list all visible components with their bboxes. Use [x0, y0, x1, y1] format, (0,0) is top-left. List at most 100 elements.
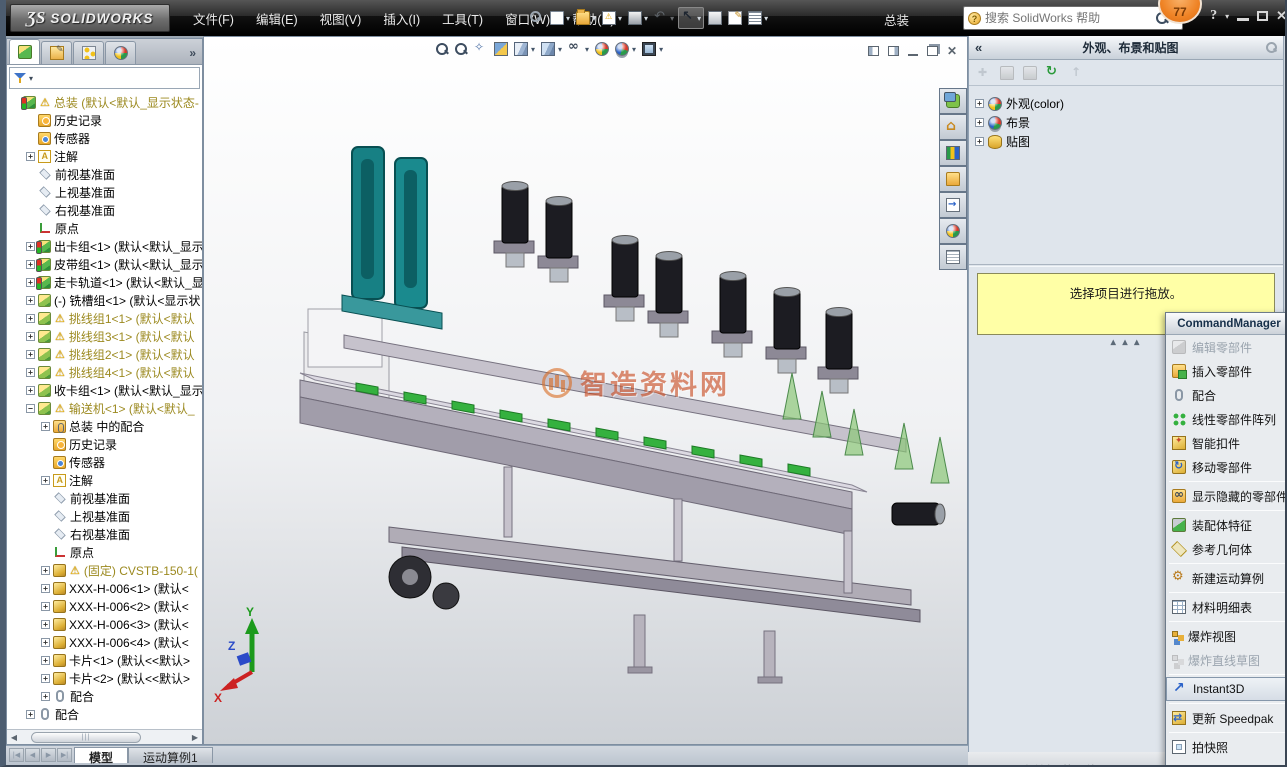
- zoom-fit-icon[interactable]: [436, 43, 449, 56]
- apply-scene-icon[interactable]: ▾: [615, 42, 636, 56]
- command-manager-title[interactable]: CommandManager: [1166, 313, 1287, 335]
- view-orientation-icon-dropdown[interactable]: ▾: [530, 45, 535, 54]
- show-hidden-components-button[interactable]: 显示隐藏的零部件: [1166, 484, 1287, 508]
- expander-icon[interactable]: +: [26, 296, 35, 305]
- doc-close-button[interactable]: ✕: [947, 44, 957, 58]
- expander-icon[interactable]: +: [975, 118, 984, 127]
- publish-icon-dropdown[interactable]: ▾: [617, 14, 622, 23]
- tree-item[interactable]: 前视基准面: [7, 489, 202, 507]
- print-icon-dropdown[interactable]: ▾: [643, 14, 648, 23]
- tree-hscrollbar[interactable]: ◀ ||| ▶: [7, 729, 202, 744]
- tree-item[interactable]: +注解: [7, 471, 202, 489]
- expander-icon[interactable]: +: [26, 710, 35, 719]
- tree-item[interactable]: +出卡组<1> (默认<默认_显示: [7, 237, 202, 255]
- view-settings-icon[interactable]: ▾: [642, 42, 663, 56]
- tree-item[interactable]: 上视基准面: [7, 183, 202, 201]
- tab-nav-2[interactable]: ▶: [41, 748, 56, 762]
- expander-icon[interactable]: +: [26, 368, 35, 377]
- graphics-viewport[interactable]: ▾▾▾▾▾ ✕: [203, 36, 968, 745]
- print-icon[interactable]: ▾: [626, 8, 650, 28]
- expander-icon[interactable]: +: [41, 584, 50, 593]
- take-snapshot-button[interactable]: 拍快照: [1166, 735, 1287, 759]
- file-properties-icon[interactable]: [726, 8, 744, 28]
- filter-dropdown-icon[interactable]: ▾: [29, 74, 33, 83]
- tree-item[interactable]: +走卡轨道<1> (默认<默认_显: [7, 273, 202, 291]
- expander-icon[interactable]: +: [975, 137, 984, 146]
- help-search-box[interactable]: ? ▾: [963, 6, 1183, 30]
- tree-item[interactable]: 右视基准面: [7, 201, 202, 219]
- expander-icon[interactable]: +: [26, 152, 35, 161]
- propertymanager-tab[interactable]: [41, 41, 72, 64]
- move-component-button[interactable]: 移动零部件: [1166, 455, 1287, 479]
- tab-nav-3[interactable]: ▶|: [57, 748, 72, 762]
- tree-item[interactable]: 历史记录: [7, 111, 202, 129]
- expander-icon[interactable]: +: [41, 602, 50, 611]
- tree-item[interactable]: 原点: [7, 543, 202, 561]
- tree-item[interactable]: +⚠挑线组4<1> (默认<默认: [7, 363, 202, 381]
- tree-item[interactable]: +⚠挑线组1<1> (默认<默认: [7, 309, 202, 327]
- edit-appearance-icon[interactable]: [595, 42, 609, 56]
- menu-edit[interactable]: 编辑(E): [245, 4, 309, 33]
- insert-component-button[interactable]: 插入零部件: [1166, 359, 1287, 383]
- tab-nav-1[interactable]: ◀: [25, 748, 40, 762]
- help-dropdown-icon[interactable]: ▾: [1225, 12, 1229, 21]
- tree-item[interactable]: 右视基准面: [7, 525, 202, 543]
- select-icon[interactable]: ▾: [678, 7, 704, 29]
- expander-icon[interactable]: +: [26, 332, 35, 341]
- mate-button[interactable]: 配合: [1166, 383, 1287, 407]
- tree-item[interactable]: +XXX-H-006<1> (默认<: [7, 579, 202, 597]
- tree-item[interactable]: +总装 中的配合: [7, 417, 202, 435]
- tree-item[interactable]: +⚠(固定) CVSTB-150-1(: [7, 561, 202, 579]
- expander-icon[interactable]: −: [26, 404, 35, 413]
- expander-icon[interactable]: +: [41, 476, 50, 485]
- view-settings-icon-dropdown[interactable]: ▾: [658, 45, 663, 54]
- undo-icon-dropdown[interactable]: ▾: [669, 14, 674, 23]
- design-library-tab[interactable]: [939, 140, 967, 166]
- scroll-right-icon[interactable]: ▶: [188, 733, 202, 742]
- tree-item[interactable]: +配合: [7, 705, 202, 723]
- tree-item[interactable]: 原点: [7, 219, 202, 237]
- tree-item[interactable]: +卡片<1> (默认<<默认>: [7, 651, 202, 669]
- expander-icon[interactable]: +: [26, 386, 35, 395]
- expander-icon[interactable]: +: [41, 422, 50, 431]
- select-icon-dropdown[interactable]: ▾: [696, 14, 701, 23]
- tree-item[interactable]: +⚠挑线组2<1> (默认<默认: [7, 345, 202, 363]
- bill-of-materials-button[interactable]: 材料明细表: [1166, 595, 1287, 619]
- undo-icon[interactable]: ▾: [652, 8, 676, 28]
- tree-item[interactable]: +收卡组<1> (默认<默认_显示: [7, 381, 202, 399]
- smart-fasteners-button[interactable]: 智能扣件: [1166, 431, 1287, 455]
- pane-left-button[interactable]: [868, 46, 879, 56]
- tree-item[interactable]: ⚠总装 (默认<默认_显示状态-: [7, 93, 202, 111]
- pane-right-button[interactable]: [888, 46, 899, 56]
- rebuild-icon[interactable]: [706, 8, 724, 28]
- display-style-icon-dropdown[interactable]: ▾: [557, 45, 562, 54]
- tree-item[interactable]: 传感器: [7, 129, 202, 147]
- tree-item[interactable]: +(-) 铣槽组<1> (默认<显示状: [7, 291, 202, 309]
- tree-item[interactable]: +配合: [7, 687, 202, 705]
- exploded-view-button[interactable]: 爆炸视图: [1166, 624, 1287, 648]
- tree-item[interactable]: +⚠挑线组3<1> (默认<默认: [7, 327, 202, 345]
- pin-icon[interactable]: [1266, 42, 1277, 53]
- menu-tools[interactable]: 工具(T): [431, 4, 494, 33]
- reference-geometry-button[interactable]: 参考几何体: [1166, 537, 1287, 561]
- file-explorer-tab[interactable]: [939, 166, 967, 192]
- options-icon[interactable]: ▾: [746, 8, 770, 28]
- scroll-thumb[interactable]: |||: [31, 732, 141, 743]
- motion-study-tab[interactable]: 运动算例1: [128, 747, 213, 763]
- displaymanager-tab[interactable]: [105, 41, 136, 64]
- decals-node[interactable]: +贴图: [975, 132, 1279, 151]
- expander-icon[interactable]: +: [26, 314, 35, 323]
- new-motion-study-button[interactable]: 新建运动算例: [1166, 566, 1287, 590]
- expander-icon[interactable]: +: [26, 350, 35, 359]
- tree-item[interactable]: +注解: [7, 147, 202, 165]
- custom-properties-tab[interactable]: [939, 244, 967, 270]
- tree-item[interactable]: +XXX-H-006<3> (默认<: [7, 615, 202, 633]
- menu-insert[interactable]: 插入(I): [372, 4, 431, 33]
- expander-icon[interactable]: +: [41, 566, 50, 575]
- new-document-icon[interactable]: ▾: [548, 8, 572, 28]
- instant3d-button[interactable]: Instant3D: [1166, 677, 1287, 701]
- doc-minimize-button[interactable]: [908, 47, 918, 56]
- expander-icon[interactable]: +: [41, 692, 50, 701]
- help-button[interactable]: ?: [1210, 8, 1217, 24]
- expander-icon[interactable]: +: [26, 242, 35, 251]
